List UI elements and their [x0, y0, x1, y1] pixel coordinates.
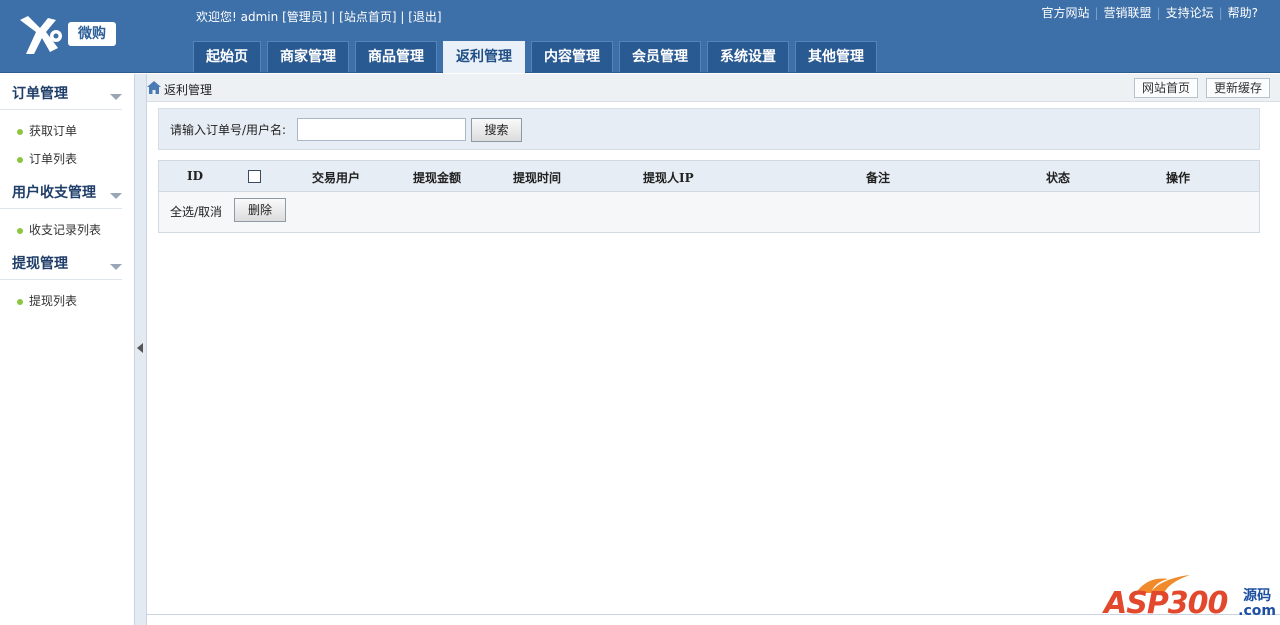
sidebar-group-orders[interactable]: 订单管理: [0, 74, 122, 110]
top-header: 微购 欢迎您! admin [管理员] | [站点首页] | [退出] 官方网站…: [0, 0, 1280, 73]
column-header-actions: 操作: [1166, 171, 1191, 185]
logo[interactable]: 微购: [16, 14, 116, 60]
home-icon: [147, 81, 161, 94]
sidebar-item-label: 提现列表: [29, 294, 78, 308]
watermark-side: 源码 .com: [1238, 589, 1276, 619]
welcome-bar: 欢迎您! admin [管理员] | [站点首页] | [退出]: [196, 8, 442, 25]
refresh-cache-button[interactable]: 更新缓存: [1206, 78, 1271, 98]
support-forum-link[interactable]: 支持论坛: [1166, 6, 1214, 20]
bullet-dot-icon: [17, 299, 23, 305]
select-all-checkbox[interactable]: [248, 170, 261, 183]
sidebar-group-user-finance[interactable]: 用户收支管理: [0, 173, 122, 209]
welcome-separator: |: [400, 10, 405, 24]
column-header-id: ID: [187, 169, 204, 183]
tab-rebate[interactable]: 返利管理: [443, 41, 525, 73]
bullet-dot-icon: [17, 129, 23, 135]
column-header-amount: 提现金额: [413, 171, 462, 185]
bullet-dot-icon: [17, 228, 23, 234]
column-header-status: 状态: [1046, 171, 1071, 185]
column-header-time: 提现时间: [513, 171, 562, 185]
watermark-logo: ASP300 源码 .com: [1104, 571, 1276, 623]
sidebar-item-label: 收支记录列表: [29, 223, 102, 237]
delete-button[interactable]: 删除: [234, 198, 286, 222]
bullet-dot-icon: [17, 157, 23, 163]
withdrawal-table: ID 交易用户 提现金额 提现时间 提现人IP 备注 状态 操作 全选/取消 删…: [158, 160, 1260, 233]
column-header-note: 备注: [866, 171, 891, 185]
sidebar-group-title: 提现管理: [12, 256, 68, 272]
search-label: 请输入订单号/用户名:: [170, 123, 287, 137]
tab-products[interactable]: 商品管理: [355, 41, 437, 72]
watermark-side-bottom: .com: [1238, 603, 1276, 619]
arrow-left-icon: [137, 343, 143, 353]
link-divider: |: [1218, 6, 1223, 20]
top-links: 官方网站 | 营销联盟 | 支持论坛 | 帮助?: [1041, 4, 1258, 21]
tab-merchant[interactable]: 商家管理: [267, 41, 349, 72]
breadcrumb-current: 返利管理: [164, 83, 213, 97]
official-site-link[interactable]: 官方网站: [1041, 6, 1089, 20]
watermark-side-top: 源码: [1243, 588, 1272, 604]
tab-other[interactable]: 其他管理: [795, 41, 877, 72]
sidebar-item-label: 订单列表: [29, 152, 78, 166]
logo-badge: 微购: [68, 22, 116, 46]
tab-start[interactable]: 起始页: [193, 41, 261, 72]
sidebar-item-withdrawal-list[interactable]: 提现列表: [0, 287, 134, 315]
site-home-link[interactable]: [站点首页]: [339, 10, 396, 24]
welcome-separator: |: [331, 10, 336, 24]
welcome-greeting: 欢迎您!: [196, 10, 237, 24]
help-link[interactable]: 帮助?: [1228, 6, 1258, 20]
site-home-button[interactable]: 网站首页: [1134, 78, 1199, 98]
welcome-role: [管理员]: [282, 10, 328, 24]
breadcrumb: 返利管理 网站首页 更新缓存: [147, 74, 1280, 102]
main-nav: 起始页 商家管理 商品管理 返利管理 内容管理 会员管理 系统设置 其他管理: [193, 41, 883, 73]
tab-content[interactable]: 内容管理: [531, 41, 613, 72]
sidebar-item-fetch-orders[interactable]: 获取订单: [0, 117, 134, 145]
caret-down-icon: [110, 94, 122, 100]
sidebar-group-withdrawal[interactable]: 提现管理: [0, 244, 122, 280]
watermark-brand: ASP300: [1104, 586, 1228, 621]
search-button[interactable]: 搜索: [471, 118, 522, 142]
select-all-toggle[interactable]: 全选/取消: [170, 203, 222, 220]
sidebar: 订单管理 获取订单 订单列表 用户收支管理 收支记录列表 提现管理 提现列表: [0, 74, 135, 625]
link-divider: |: [1094, 6, 1099, 20]
table-header-row: ID 交易用户 提现金额 提现时间 提现人IP 备注 状态 操作: [159, 161, 1259, 192]
marketing-alliance-link[interactable]: 营销联盟: [1104, 6, 1152, 20]
sidebar-collapse-toggle[interactable]: [135, 74, 147, 625]
link-divider: |: [1156, 6, 1161, 20]
sidebar-item-label: 获取订单: [29, 124, 78, 138]
welcome-username: admin: [240, 10, 279, 24]
caret-down-icon: [110, 193, 122, 199]
logout-link[interactable]: [退出]: [408, 10, 441, 24]
column-header-user: 交易用户: [312, 171, 361, 185]
sidebar-item-order-list[interactable]: 订单列表: [0, 145, 134, 173]
column-header-ip: 提现人IP: [643, 171, 694, 185]
caret-down-icon: [110, 264, 122, 270]
search-panel: 请输入订单号/用户名: 搜索: [158, 108, 1260, 150]
search-input[interactable]: [297, 118, 466, 141]
sidebar-group-title: 用户收支管理: [12, 185, 96, 201]
tab-system-settings[interactable]: 系统设置: [707, 41, 789, 72]
sidebar-item-finance-records[interactable]: 收支记录列表: [0, 216, 134, 244]
sidebar-group-title: 订单管理: [12, 86, 68, 102]
logo-figure-icon: [20, 16, 62, 54]
tab-members[interactable]: 会员管理: [619, 41, 701, 72]
